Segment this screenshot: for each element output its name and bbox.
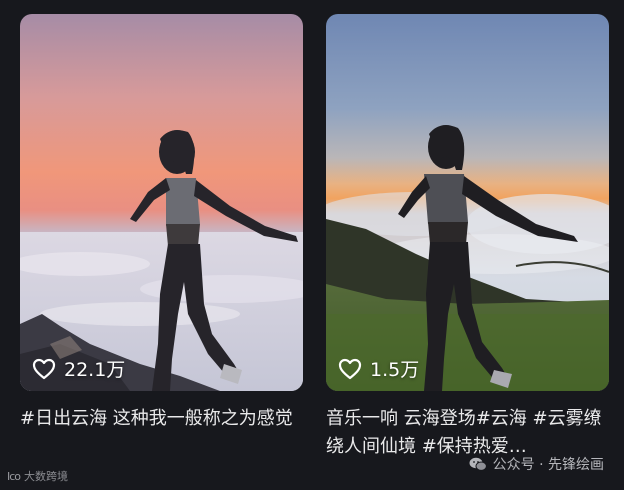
wechat-icon <box>469 457 487 472</box>
like-count: 22.1万 <box>32 355 125 382</box>
brand-watermark-text: 大数跨境 <box>24 470 69 483</box>
account-watermark-text: 公众号 · 先锋绘画 <box>492 457 604 473</box>
heart-icon[interactable] <box>32 358 56 380</box>
video-card-1[interactable]: 22.1万 #日出云海 这种我一般称之为感觉 <box>20 14 303 461</box>
video-caption[interactable]: #日出云海 这种我一般称之为感觉 <box>20 405 303 461</box>
sunrise-sea-of-clouds-image <box>20 14 303 391</box>
like-count: 1.5万 <box>338 355 419 382</box>
heart-icon[interactable] <box>338 358 362 380</box>
video-card-2[interactable]: 1.5万 音乐一响 云海登场#云海 #云雾缭绕人间仙境 #保持热爱… <box>326 14 609 461</box>
like-count-value: 22.1万 <box>64 359 126 381</box>
account-watermark: 公众号 · 先锋绘画 <box>469 454 604 474</box>
brand-watermark: Ico 大数跨境 <box>7 468 68 484</box>
video-caption[interactable]: 音乐一响 云海登场#云海 #云雾缭绕人间仙境 #保持热爱… <box>326 405 609 461</box>
mountain-sea-of-clouds-image <box>326 14 609 391</box>
brand-logo: Ico <box>7 469 21 483</box>
video-thumbnail[interactable]: 1.5万 <box>326 14 609 391</box>
video-thumbnail[interactable]: 22.1万 <box>20 14 303 391</box>
like-count-value: 1.5万 <box>370 359 420 381</box>
